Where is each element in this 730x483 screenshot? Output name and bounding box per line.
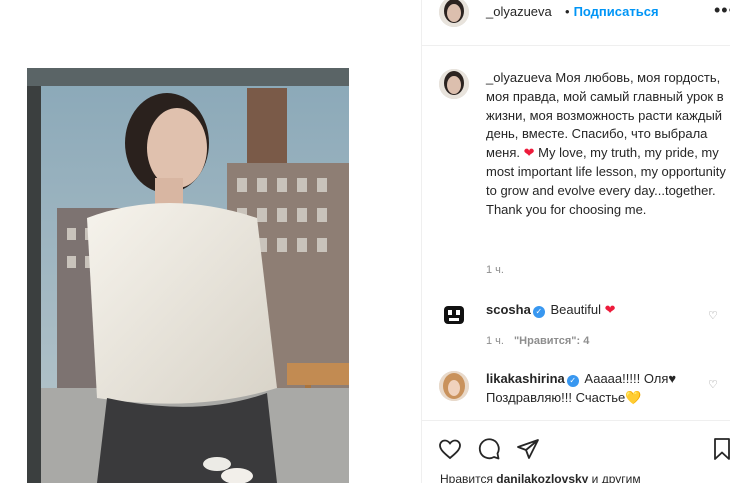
comment-icon[interactable] — [477, 437, 501, 461]
post-photo-illustration — [27, 68, 349, 483]
comment-body: Beautiful — [550, 302, 602, 317]
yellow-heart-emoji-icon: 💛 — [625, 389, 642, 405]
like-heart-icon[interactable] — [438, 437, 462, 461]
commenter-avatar[interactable] — [439, 300, 469, 330]
comment-body: Ааааа!!!!! Оля — [584, 371, 669, 386]
commenter-avatar-image — [439, 300, 469, 330]
likers-user[interactable]: danilakozlovsky — [496, 472, 588, 483]
heart-emoji-icon: ❤ — [604, 302, 616, 317]
caption-avatar-image — [439, 69, 469, 99]
verified-badge-icon: ✓ — [532, 306, 545, 318]
caption-username[interactable]: _olyazueva — [486, 70, 552, 85]
save-bookmark-icon[interactable] — [710, 437, 730, 461]
heart-emoji-icon: ❤ — [523, 145, 535, 161]
author-avatar[interactable] — [439, 0, 469, 27]
commenter-avatar[interactable] — [439, 371, 469, 401]
follow-label: Подписаться — [573, 4, 659, 19]
comment-username[interactable]: likakashirina — [486, 371, 565, 386]
likers-suffix: и другим — [588, 472, 641, 483]
comment-time: 1 ч. — [486, 335, 504, 347]
more-options-icon[interactable]: ••• — [714, 0, 730, 21]
caption-avatar[interactable] — [439, 69, 469, 99]
like-comment-icon[interactable]: ♡ — [708, 378, 718, 391]
comment-body-line2: Поздравляю!!! Счастье — [486, 389, 626, 405]
black-heart-emoji-icon: ♥ — [668, 371, 677, 386]
comment-username[interactable]: scosha — [486, 302, 531, 317]
follow-dot: • — [565, 4, 570, 19]
share-direct-icon[interactable] — [516, 437, 540, 461]
caption-timestamp: 1 ч. — [486, 264, 504, 276]
author-avatar-image — [439, 0, 469, 27]
commenter-avatar-image — [439, 371, 469, 401]
likers-line: Нравится danilakozlovsky и другим — [440, 472, 641, 483]
photo-pane — [0, 0, 422, 483]
comment-text: scosha ✓ Beautiful ❤ — [486, 301, 701, 320]
post-header: _olyazueva •Подписаться ••• — [422, 0, 730, 46]
verified-badge-icon: ✓ — [566, 375, 579, 387]
likers-prefix: Нравится — [440, 472, 497, 483]
comment-text: likakashirina ✓ Ааааа!!!!! Оля♥ Поздравля… — [486, 370, 701, 408]
post-photo[interactable] — [27, 68, 349, 483]
comment-likes[interactable]: "Нравится": 4 — [514, 335, 589, 347]
caption-text-en: My love, my truth, my pride, my most imp… — [486, 145, 726, 217]
comment-meta: 1 ч. "Нравится": 4 — [486, 335, 589, 347]
follow-button[interactable]: • Подписаться — [565, 4, 659, 19]
author-username[interactable]: _olyazueva — [486, 4, 552, 19]
caption-text: _olyazueva Моя любовь, моя гордость, моя… — [486, 69, 726, 219]
like-comment-icon[interactable]: ♡ — [708, 309, 718, 322]
post-side-panel: _olyazueva •Подписаться ••• _olyazueva М… — [422, 0, 730, 483]
